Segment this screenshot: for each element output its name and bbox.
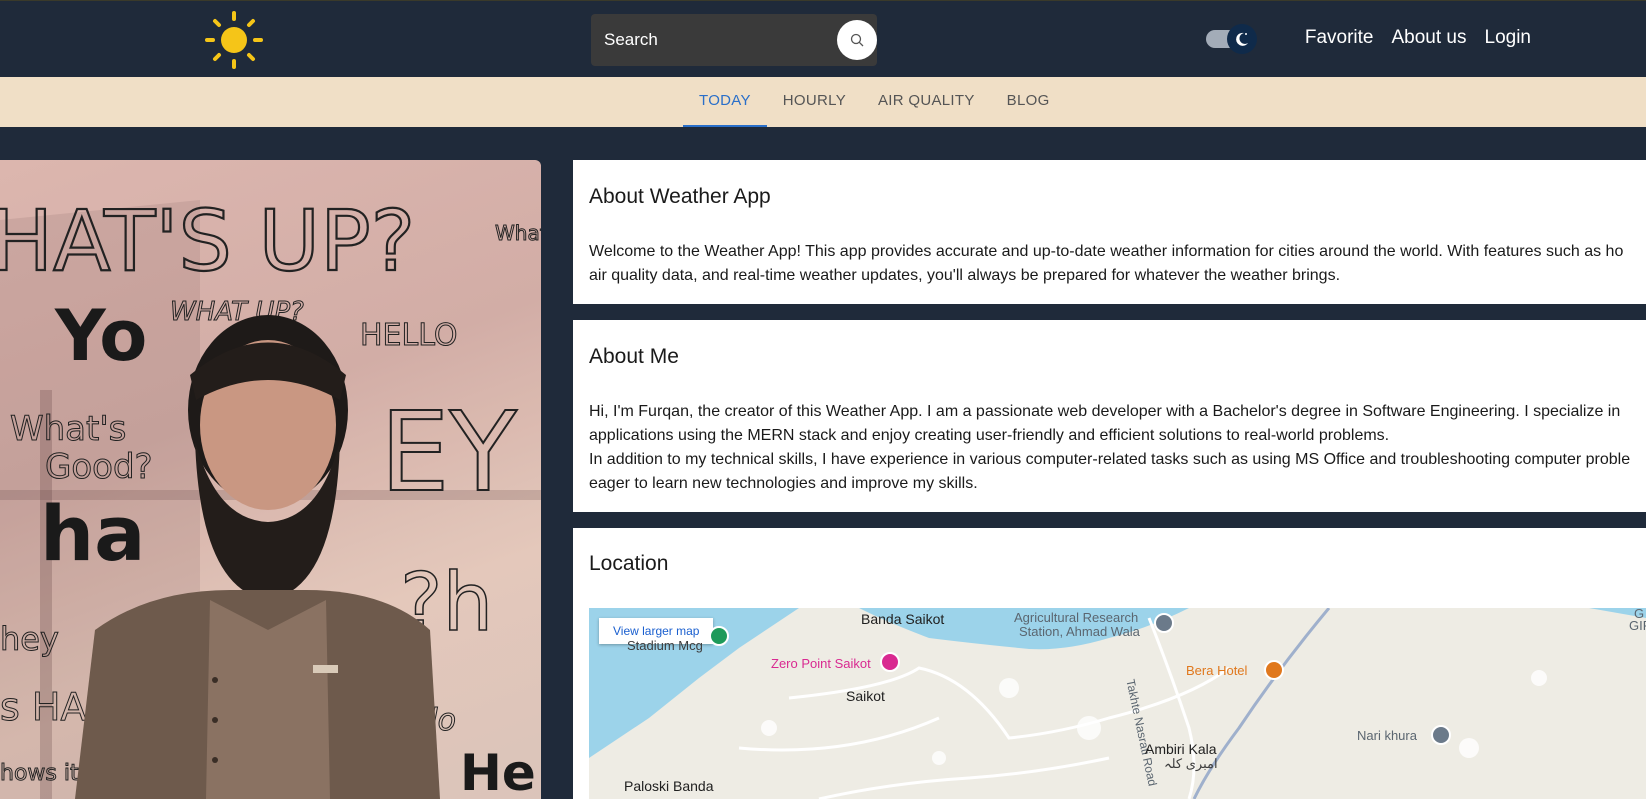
nav-link-about-us[interactable]: About us	[1392, 27, 1467, 49]
about-me-line: Hi, I'm Furqan, the creator of this Weat…	[589, 403, 1621, 420]
map-label-nari-khura: Nari khura	[1357, 728, 1417, 743]
about-me-line: In addition to my technical skills, I ha…	[589, 451, 1631, 468]
top-navbar: Favorite About us Login	[0, 0, 1646, 77]
tab-hourly[interactable]: HOURLY	[767, 77, 862, 127]
map-label-agri-2: Station, Ahmad Wala	[1019, 624, 1140, 639]
sun-logo-icon[interactable]	[205, 11, 263, 69]
about-app-title: About Weather App	[589, 185, 771, 208]
svg-text:EY: EY	[380, 388, 518, 516]
about-app-body: Welcome to the Weather App! This app pro…	[589, 240, 1623, 288]
map-label-saikot: Saikot	[846, 688, 885, 704]
map-label-ambiri-kala: Ambiri Kala	[1145, 741, 1217, 757]
about-me-card: About Me Hi, I'm Furqan, the creator of …	[573, 320, 1646, 512]
restaurant-pin-icon[interactable]	[1264, 660, 1284, 680]
map-label-paloski-banda: Paloski Banda	[624, 778, 714, 794]
svg-text:What's: What's	[10, 409, 126, 449]
map-label-banda-saikot: Banda Saikot	[861, 611, 945, 627]
tabs: TODAY HOURLY AIR QUALITY BLOG	[683, 77, 1066, 127]
svg-text:ha: ha	[40, 489, 145, 578]
theme-toggle[interactable]	[1206, 24, 1257, 54]
svg-text:HELLO: HELLO	[360, 318, 458, 353]
map-label-agri-1: Agricultural Research	[1014, 610, 1139, 625]
map-label-ambiri-urdu: امبری کلہ	[1164, 756, 1218, 771]
about-app-line: Welcome to the Weather App! This app pro…	[589, 243, 1624, 260]
hotel-pin-icon[interactable]	[880, 652, 900, 672]
nav-link-favorite[interactable]: Favorite	[1305, 27, 1374, 49]
svg-text:hey: hey	[0, 620, 59, 658]
svg-text:s HA: s HA	[0, 685, 86, 729]
tab-air-quality[interactable]: AIR QUALITY	[862, 77, 991, 127]
search-input[interactable]	[591, 14, 821, 66]
map-label-stadium: Stadium Mcg	[627, 638, 703, 653]
svg-text:Yo: Yo	[54, 295, 147, 377]
nav-link-login[interactable]: Login	[1485, 27, 1532, 49]
map-embed[interactable]: View larger map Banda Saikot Stadium Mcg…	[589, 608, 1646, 799]
nav-links: Favorite About us Login	[1305, 27, 1531, 49]
svg-text:Good?: Good?	[45, 447, 153, 487]
svg-text:What: What	[495, 221, 541, 245]
svg-text:HAT'S UP?: HAT'S UP?	[0, 192, 415, 290]
place-pin-icon[interactable]	[1431, 725, 1451, 745]
photo-illustration: HAT'S UP? Yo WHAT UP? HELLO What's Good?…	[0, 160, 541, 799]
svg-text:hows it: hows it	[0, 761, 79, 786]
about-me-line: applications using the MERN stack and en…	[589, 427, 1390, 444]
tab-bar: TODAY HOURLY AIR QUALITY BLOG	[0, 77, 1646, 127]
svg-text:He: He	[460, 744, 536, 799]
stadium-pin-icon[interactable]	[709, 626, 729, 646]
tab-today[interactable]: TODAY	[683, 77, 767, 127]
search-icon	[850, 33, 864, 47]
toggle-knob	[1227, 24, 1257, 54]
map-label-bera-hotel: Bera Hotel	[1186, 663, 1248, 678]
about-me-body: Hi, I'm Furqan, the creator of this Weat…	[589, 400, 1630, 496]
location-card: Location View larger map Banda Saikot St…	[573, 528, 1646, 799]
tab-blog[interactable]: BLOG	[991, 77, 1066, 127]
about-me-line: eager to learn new technologies and impr…	[589, 475, 978, 492]
about-app-line: air quality data, and real-time weather …	[589, 267, 1341, 284]
about-app-card: About Weather App Welcome to the Weather…	[573, 160, 1646, 304]
search-box	[591, 14, 877, 66]
about-me-title: About Me	[589, 345, 679, 368]
research-pin-icon[interactable]	[1154, 613, 1174, 633]
profile-photo: HAT'S UP? Yo WHAT UP? HELLO What's Good?…	[0, 160, 541, 799]
map-label-corner-2: GIF	[1629, 618, 1646, 633]
moon-icon	[1236, 32, 1248, 46]
location-title: Location	[589, 552, 669, 575]
search-button[interactable]	[837, 20, 877, 60]
map-label-zero-point: Zero Point Saikot	[771, 656, 871, 671]
